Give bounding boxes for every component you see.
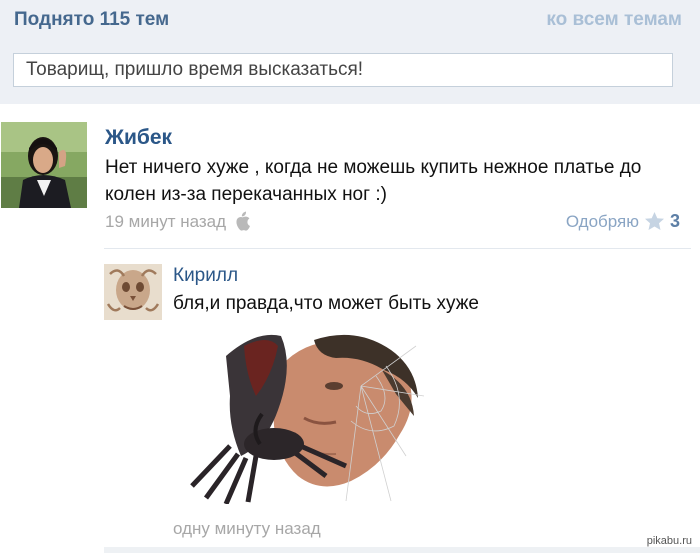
header-bar: Поднято 115 тем ко всем темам [0, 0, 700, 104]
bottom-divider [104, 547, 700, 553]
post-author[interactable]: Жибек [105, 126, 172, 150]
all-topics-link[interactable]: ко всем темам [546, 9, 682, 31]
watermark: pikabu.ru [646, 535, 692, 547]
like-count: 3 [670, 211, 681, 231]
reply-attached-image[interactable] [186, 326, 426, 504]
reply-text: бля,и правда,что может быть хуже [173, 293, 479, 314]
approve-button[interactable]: Одобряю [566, 212, 639, 232]
reply-author[interactable]: Кирилл [173, 265, 238, 287]
star-icon[interactable] [644, 211, 665, 231]
comment-input[interactable] [13, 53, 673, 87]
divider [104, 248, 691, 249]
avatar[interactable] [1, 122, 87, 208]
post-text: Нет ничего хуже , когда не можешь купить… [105, 157, 642, 205]
reply-timestamp[interactable]: одну минуту назад [173, 519, 321, 539]
apple-icon [236, 211, 250, 231]
post-timestamp[interactable]: 19 минут назад [105, 212, 226, 232]
reply-avatar[interactable] [104, 264, 162, 320]
topics-raised-title: Поднято 115 тем [14, 9, 170, 30]
